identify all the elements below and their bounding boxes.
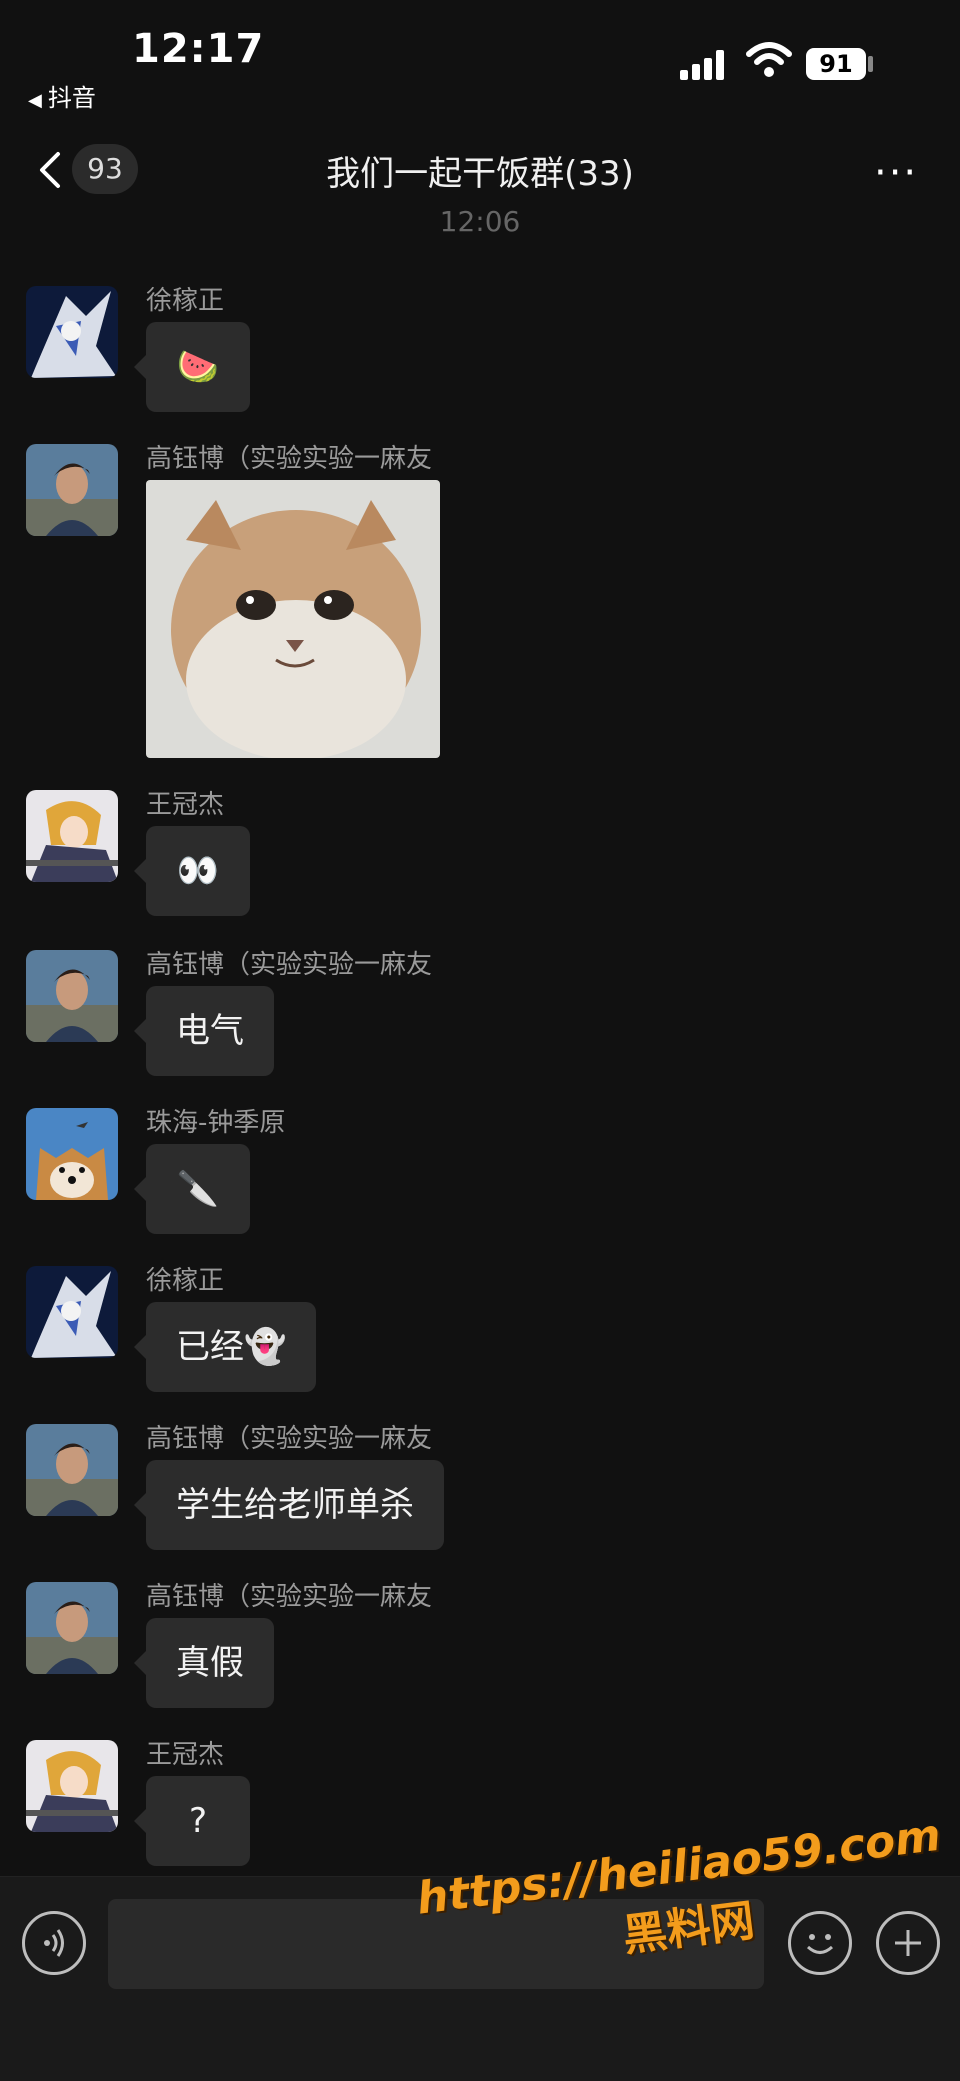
more-options-button[interactable]: ···	[874, 150, 918, 196]
sender-name: 王冠杰	[146, 790, 225, 820]
voice-input-button[interactable]	[22, 1911, 86, 1975]
back-chevron-icon[interactable]	[32, 148, 72, 192]
battery-tip	[868, 56, 873, 72]
avatar-anime-white-hair[interactable]	[26, 286, 118, 378]
chat-title: 我们一起干饭群(33)	[326, 154, 634, 194]
clock: 12:17	[132, 26, 265, 72]
crying-kitten-image[interactable]	[146, 480, 440, 758]
avatar-man-portrait[interactable]	[26, 1424, 118, 1516]
message-bubble[interactable]: 👀	[134, 826, 250, 916]
message-bubble[interactable]: 学生给老师单杀	[134, 1460, 444, 1550]
avatar-man-portrait[interactable]	[26, 444, 118, 536]
unread-count-badge[interactable]: 93	[72, 144, 138, 194]
sender-name: 高钰博（实验实验一麻友	[146, 950, 433, 980]
sender-name: 高钰博（实验实验一麻友	[146, 1582, 433, 1612]
message-bubble[interactable]: 电气	[134, 986, 274, 1076]
back-app-label: 抖音	[47, 84, 96, 112]
chat-header: 93 我们一起干饭群(33) ···	[0, 130, 960, 210]
wifi-icon	[746, 42, 792, 77]
battery-indicator: 91	[806, 48, 866, 80]
avatar-anime-blonde[interactable]	[26, 1740, 118, 1832]
avatar-shiba-dog[interactable]	[26, 1108, 118, 1200]
sender-name: 王冠杰	[146, 1740, 225, 1770]
back-triangle-icon: ◀	[28, 90, 42, 111]
voice-icon	[44, 1929, 64, 1957]
sender-name: 高钰博（实验实验一麻友	[146, 1424, 433, 1454]
sender-name: 高钰博（实验实验一麻友	[146, 444, 433, 474]
sender-name: 珠海-钟季原	[146, 1108, 286, 1138]
message-bubble[interactable]: 🔪	[134, 1144, 250, 1234]
message-bubble[interactable]: ?	[134, 1776, 250, 1866]
message-timestamp: 12:06	[439, 205, 521, 238]
sender-name: 徐稼正	[146, 1266, 225, 1296]
message-bubble[interactable]: 真假	[134, 1618, 274, 1708]
status-bar: 12:17 ◀ 抖音 91	[0, 0, 960, 120]
message-bubble[interactable]: 已经👻	[133, 1302, 317, 1392]
avatar-anime-blonde[interactable]	[26, 790, 118, 882]
avatar-anime-white-hair[interactable]	[26, 1266, 118, 1358]
cellular-signal-icon	[680, 46, 732, 80]
sender-name: 徐稼正	[146, 286, 225, 316]
avatar-man-portrait[interactable]	[26, 1582, 118, 1674]
avatar-man-portrait[interactable]	[26, 950, 118, 1042]
message-bubble[interactable]: 🍉	[134, 322, 250, 412]
back-to-app-link[interactable]: ◀ 抖音	[28, 78, 96, 113]
